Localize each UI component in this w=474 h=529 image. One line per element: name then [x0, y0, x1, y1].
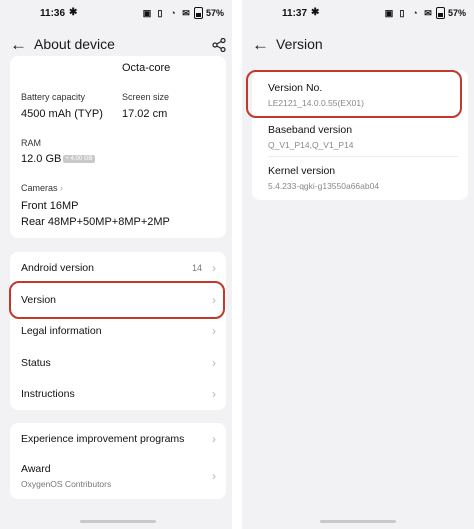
menu-item-label: Status [21, 357, 51, 369]
kernel-version-item[interactable]: Kernel version 5.4.233-qgki-g13550a66ab0… [268, 165, 379, 191]
version-highlight-box [9, 281, 225, 319]
menu-item-instructions[interactable]: Instructions › [10, 378, 226, 410]
mail-icon: ✉ [424, 8, 432, 18]
wifi-icon: ◔ [170, 8, 176, 18]
gear-icon: ✱ [311, 7, 320, 18]
screen-size-value: 17.02 cm [122, 108, 168, 120]
battery-percent: 57% [205, 8, 224, 18]
chevron-right-icon: › [60, 183, 64, 193]
vibrate-icon: ▯ [157, 8, 163, 18]
chevron-right-icon: › [212, 261, 216, 275]
baseband-version-item[interactable]: Baseband version Q_V1_P14,Q_V1_P14 [268, 124, 354, 150]
nfc-icon: ▣ [384, 8, 394, 18]
gear-icon: ✱ [69, 7, 78, 18]
specs-card: Octa-core Battery capacity 4500 mAh (TYP… [10, 56, 226, 238]
version-number-highlight-box [246, 70, 462, 118]
share-icon[interactable] [212, 38, 226, 52]
back-arrow-icon[interactable]: ← [10, 36, 30, 54]
page-title: About device [34, 36, 115, 52]
cameras-label: Cameras [21, 183, 58, 193]
battery-icon [193, 7, 203, 19]
kernel-version-value: 5.4.233-qgki-g13550a66ab04 [268, 181, 380, 191]
chevron-right-icon: › [212, 469, 216, 483]
programs-card: Experience improvement programs › Award … [10, 423, 226, 499]
menu-item-label: Android version [21, 262, 94, 274]
divider [268, 156, 458, 157]
nfc-icon: ▣ [142, 8, 152, 18]
screen-size-label: Screen size [122, 92, 170, 102]
android-version-value: 14 [191, 263, 202, 273]
camera-rear-value: Rear 48MP+50MP+8MP+2MP [21, 216, 170, 228]
menu-item-android-version[interactable]: Android version 14 › [10, 252, 226, 284]
wifi-icon: ◔ [412, 8, 418, 18]
menu-item-status[interactable]: Status › [10, 347, 226, 379]
battery-capacity-value: 4500 mAh (TYP) [21, 108, 103, 120]
back-arrow-icon[interactable]: ← [252, 36, 272, 54]
version-screen: 11:37 ✱ ▣ ▯ ◔ ✉ 57% ← Version Version No… [242, 0, 474, 529]
menu-item-award[interactable]: Award OxygenOS Contributors › [10, 457, 226, 497]
chevron-right-icon: › [212, 324, 216, 338]
battery-percent: 57% [447, 8, 466, 18]
status-bar: 11:36 ✱ ▣ ▯ ◔ ✉ 57% [0, 0, 232, 28]
menu-item-label: Legal information [21, 325, 102, 337]
mail-icon: ✉ [182, 8, 190, 18]
kernel-version-label: Kernel version [268, 165, 336, 177]
award-subtitle: OxygenOS Contributors [21, 479, 112, 489]
baseband-version-value: Q_V1_P14,Q_V1_P14 [268, 140, 354, 150]
menu-item-label: Award [21, 463, 51, 475]
about-menu-card: Android version 14 › Version › Legal inf… [10, 252, 226, 410]
camera-front-value: Front 16MP [21, 200, 79, 212]
chevron-right-icon: › [212, 356, 216, 370]
ram-expansion-badge: + 4.00 GB [63, 155, 95, 164]
gesture-nav-bar[interactable] [320, 520, 396, 523]
page-title: Version [276, 36, 323, 52]
menu-item-label: Instructions [21, 388, 75, 400]
ram-value-text: 12.0 GB [21, 153, 62, 165]
chevron-right-icon: › [212, 387, 216, 401]
vibrate-icon: ▯ [399, 8, 405, 18]
status-time: 11:36 [40, 8, 66, 19]
cameras-row[interactable]: Cameras › [21, 183, 63, 193]
ram-value: 12.0 GB + 4.00 GB [21, 153, 95, 165]
status-time: 11:37 [282, 8, 308, 19]
app-bar: ← Version [242, 28, 474, 62]
about-device-screen: 11:36 ✱ ▣ ▯ ◔ ✉ 57% ← About device Octa-… [0, 0, 232, 529]
ram-label: RAM [21, 138, 41, 148]
gesture-nav-bar[interactable] [80, 520, 156, 523]
battery-capacity-label: Battery capacity [21, 92, 86, 102]
baseband-version-label: Baseband version [268, 124, 353, 136]
menu-item-experience-programs[interactable]: Experience improvement programs › [10, 423, 226, 455]
menu-item-legal-information[interactable]: Legal information › [10, 315, 226, 347]
menu-item-label: Experience improvement programs [21, 433, 185, 445]
chevron-right-icon: › [212, 432, 216, 446]
cpu-value: Octa-core [122, 62, 171, 74]
status-bar: 11:37 ✱ ▣ ▯ ◔ ✉ 57% [242, 0, 474, 28]
battery-icon [435, 7, 445, 19]
